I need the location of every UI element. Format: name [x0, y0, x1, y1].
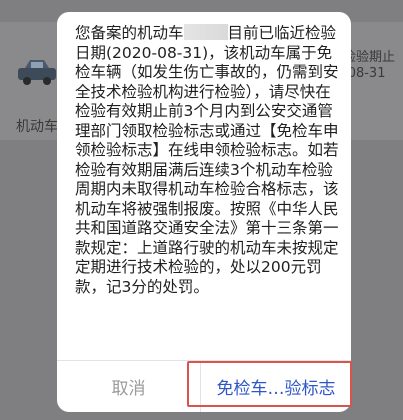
cancel-button[interactable]: 取消	[57, 361, 200, 412]
background-list-label: 机动车	[16, 119, 58, 135]
dialog-message: 您备案的机动车 目前已临近检验日期(2020-08-31)，该机动车属于免检车辆（…	[75, 24, 339, 297]
car-icon	[18, 60, 56, 85]
inspection-notice-dialog: 您备案的机动车 目前已临近检验日期(2020-08-31)，该机动车属于免检车辆（…	[57, 12, 351, 412]
dialog-message-part2: 目前已临近检验日期(2020-08-31)，该机动车属于免检车辆（如发生伤亡事故…	[75, 24, 339, 296]
redacted-plate-number	[183, 24, 228, 40]
highlight-box	[187, 361, 352, 407]
dialog-message-part1: 您备案的机动车	[75, 24, 184, 42]
